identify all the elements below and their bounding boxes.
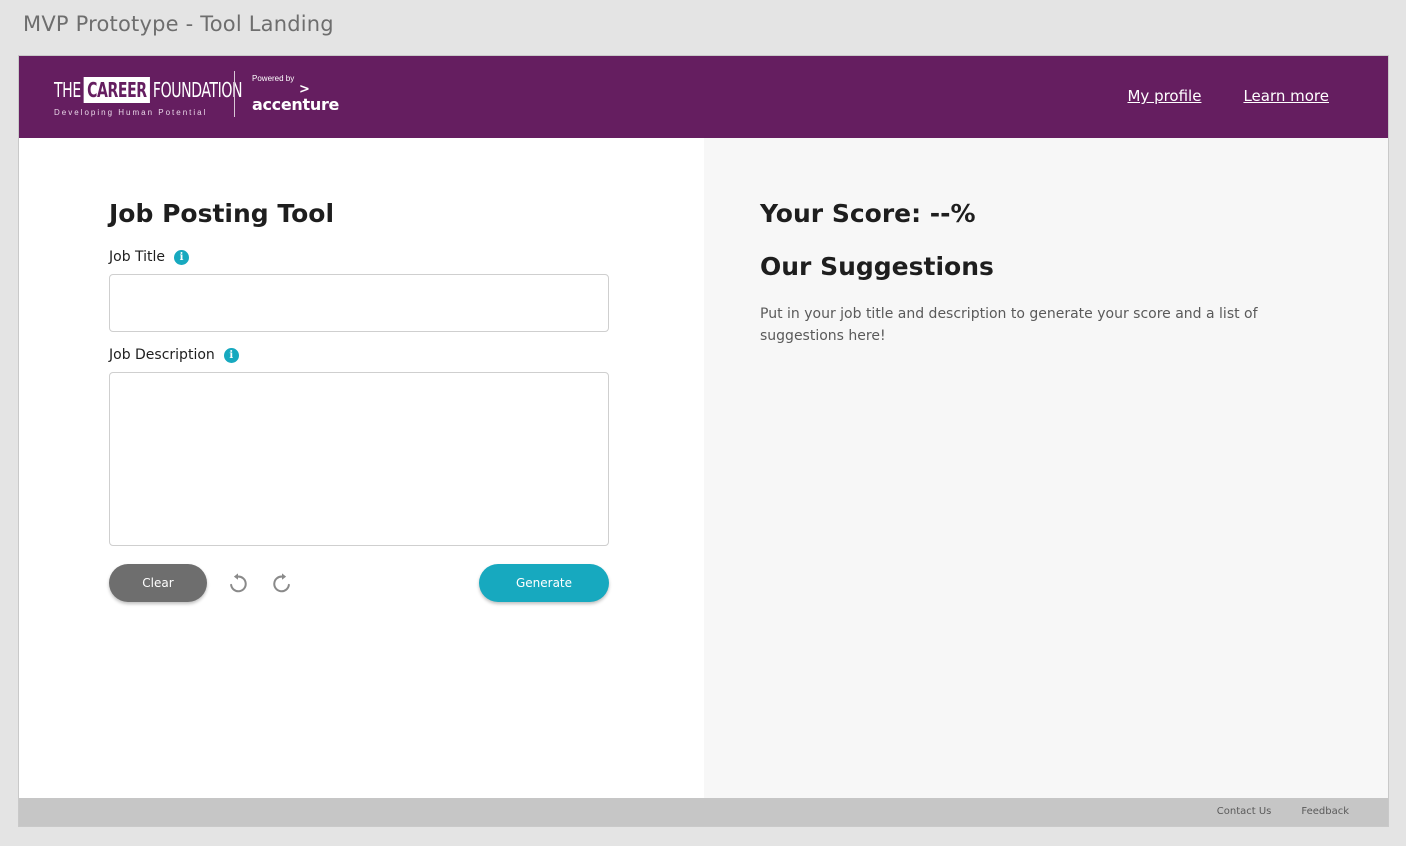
redo-icon[interactable] — [271, 572, 293, 594]
my-profile-link[interactable]: My profile — [1127, 87, 1201, 105]
powered-by-label: Powered by — [252, 74, 295, 83]
suggestions-heading: Our Suggestions — [760, 252, 994, 281]
logo-divider — [234, 71, 235, 117]
job-title-label: Job Title i — [109, 249, 190, 265]
logo-the: THE — [54, 78, 81, 102]
page-title: Job Posting Tool — [109, 199, 335, 228]
feedback-link[interactable]: Feedback — [1301, 806, 1349, 817]
contact-us-link[interactable]: Contact Us — [1217, 806, 1272, 817]
learn-more-link[interactable]: Learn more — [1243, 87, 1329, 105]
job-title-label-text: Job Title — [109, 249, 166, 265]
job-description-info-icon[interactable]: i — [223, 347, 239, 363]
job-description-textarea[interactable] — [109, 372, 609, 546]
accenture-logo: accenture — [252, 95, 340, 114]
tool-panel: Job Posting Tool Job Title i Job Descrip… — [19, 138, 704, 798]
job-title-input[interactable] — [109, 274, 609, 332]
footer-links: Contact Us Feedback — [1217, 806, 1349, 817]
job-description-label-text: Job Description — [109, 347, 215, 363]
powered-by-block: Powered by > accenture — [252, 74, 339, 114]
results-panel: Your Score: --% Our Suggestions Put in y… — [704, 138, 1388, 798]
logo-career: CAREER — [83, 77, 150, 103]
footer: Contact Us Feedback — [19, 798, 1388, 826]
accenture-chevron-icon: > — [299, 82, 310, 97]
job-title-info-icon[interactable]: i — [174, 249, 190, 265]
undo-icon[interactable] — [227, 572, 249, 594]
header-nav: My profile Learn more — [1127, 87, 1329, 105]
header: THE CAREER FOUNDATION Developing Human P… — [19, 56, 1388, 138]
frame-title: MVP Prototype - Tool Landing — [23, 12, 334, 36]
logo-foundation: FOUNDATION — [152, 78, 243, 102]
suggestions-placeholder-text: Put in your job title and description to… — [760, 306, 1258, 344]
score-heading: Your Score: --% — [760, 199, 976, 228]
job-description-label: Job Description i — [109, 347, 239, 363]
artboard: THE CAREER FOUNDATION Developing Human P… — [18, 55, 1389, 827]
clear-button[interactable]: Clear — [109, 564, 207, 602]
logo-wordmark: THE CAREER FOUNDATION — [54, 74, 242, 106]
generate-button[interactable]: Generate — [479, 564, 609, 602]
